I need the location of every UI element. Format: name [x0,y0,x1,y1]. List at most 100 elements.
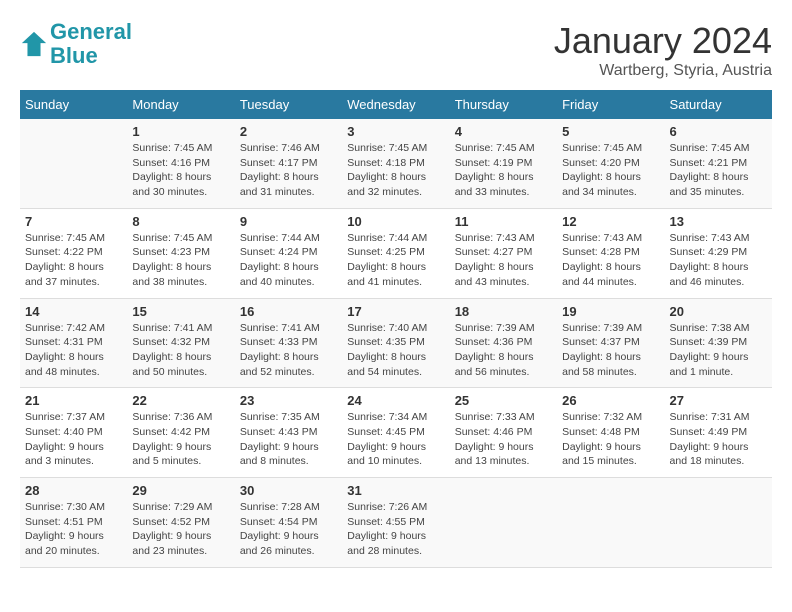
month-title: January 2024 [554,20,772,62]
table-row: 16 Sunrise: 7:41 AM Sunset: 4:33 PM Dayl… [235,298,342,388]
day-number: 20 [670,304,767,319]
day-number: 1 [132,124,229,139]
day-number: 3 [347,124,444,139]
day-info: Sunrise: 7:36 AM Sunset: 4:42 PM Dayligh… [132,410,229,469]
table-row: 9 Sunrise: 7:44 AM Sunset: 4:24 PM Dayli… [235,208,342,298]
table-row: 1 Sunrise: 7:45 AM Sunset: 4:16 PM Dayli… [127,119,234,208]
table-row: 29 Sunrise: 7:29 AM Sunset: 4:52 PM Dayl… [127,478,234,568]
day-info: Sunrise: 7:43 AM Sunset: 4:27 PM Dayligh… [455,231,552,290]
day-info: Sunrise: 7:35 AM Sunset: 4:43 PM Dayligh… [240,410,337,469]
day-info: Sunrise: 7:43 AM Sunset: 4:28 PM Dayligh… [562,231,659,290]
day-number: 18 [455,304,552,319]
day-number: 16 [240,304,337,319]
table-row: 27 Sunrise: 7:31 AM Sunset: 4:49 PM Dayl… [665,388,772,478]
day-number: 8 [132,214,229,229]
day-info: Sunrise: 7:34 AM Sunset: 4:45 PM Dayligh… [347,410,444,469]
day-number: 10 [347,214,444,229]
day-info: Sunrise: 7:31 AM Sunset: 4:49 PM Dayligh… [670,410,767,469]
day-number: 27 [670,393,767,408]
day-number: 24 [347,393,444,408]
calendar-table: Sunday Monday Tuesday Wednesday Thursday… [20,90,772,568]
calendar-week-row: 28 Sunrise: 7:30 AM Sunset: 4:51 PM Dayl… [20,478,772,568]
table-row: 2 Sunrise: 7:46 AM Sunset: 4:17 PM Dayli… [235,119,342,208]
day-number: 14 [25,304,122,319]
logo: General Blue [20,20,132,68]
header-friday: Friday [557,90,664,119]
table-row [557,478,664,568]
table-row: 24 Sunrise: 7:34 AM Sunset: 4:45 PM Dayl… [342,388,449,478]
day-info: Sunrise: 7:45 AM Sunset: 4:18 PM Dayligh… [347,141,444,200]
table-row: 28 Sunrise: 7:30 AM Sunset: 4:51 PM Dayl… [20,478,127,568]
day-number: 11 [455,214,552,229]
day-info: Sunrise: 7:45 AM Sunset: 4:19 PM Dayligh… [455,141,552,200]
day-number: 2 [240,124,337,139]
day-number: 15 [132,304,229,319]
table-row: 14 Sunrise: 7:42 AM Sunset: 4:31 PM Dayl… [20,298,127,388]
table-row: 21 Sunrise: 7:37 AM Sunset: 4:40 PM Dayl… [20,388,127,478]
day-info: Sunrise: 7:38 AM Sunset: 4:39 PM Dayligh… [670,321,767,380]
day-info: Sunrise: 7:45 AM Sunset: 4:23 PM Dayligh… [132,231,229,290]
day-info: Sunrise: 7:37 AM Sunset: 4:40 PM Dayligh… [25,410,122,469]
day-info: Sunrise: 7:44 AM Sunset: 4:25 PM Dayligh… [347,231,444,290]
day-info: Sunrise: 7:45 AM Sunset: 4:21 PM Dayligh… [670,141,767,200]
table-row [20,119,127,208]
table-row: 30 Sunrise: 7:28 AM Sunset: 4:54 PM Dayl… [235,478,342,568]
day-info: Sunrise: 7:43 AM Sunset: 4:29 PM Dayligh… [670,231,767,290]
day-number: 30 [240,483,337,498]
table-row: 18 Sunrise: 7:39 AM Sunset: 4:36 PM Dayl… [450,298,557,388]
location: Wartberg, Styria, Austria [554,62,772,80]
table-row: 20 Sunrise: 7:38 AM Sunset: 4:39 PM Dayl… [665,298,772,388]
day-info: Sunrise: 7:28 AM Sunset: 4:54 PM Dayligh… [240,500,337,559]
day-number: 12 [562,214,659,229]
title-block: January 2024 Wartberg, Styria, Austria [554,20,772,80]
logo-text: General Blue [50,20,132,68]
table-row: 8 Sunrise: 7:45 AM Sunset: 4:23 PM Dayli… [127,208,234,298]
day-info: Sunrise: 7:26 AM Sunset: 4:55 PM Dayligh… [347,500,444,559]
logo-blue: Blue [50,43,98,68]
day-number: 31 [347,483,444,498]
day-number: 21 [25,393,122,408]
day-number: 19 [562,304,659,319]
day-info: Sunrise: 7:40 AM Sunset: 4:35 PM Dayligh… [347,321,444,380]
table-row: 6 Sunrise: 7:45 AM Sunset: 4:21 PM Dayli… [665,119,772,208]
header-wednesday: Wednesday [342,90,449,119]
day-info: Sunrise: 7:30 AM Sunset: 4:51 PM Dayligh… [25,500,122,559]
day-number: 4 [455,124,552,139]
day-info: Sunrise: 7:39 AM Sunset: 4:36 PM Dayligh… [455,321,552,380]
header-thursday: Thursday [450,90,557,119]
day-info: Sunrise: 7:33 AM Sunset: 4:46 PM Dayligh… [455,410,552,469]
day-number: 26 [562,393,659,408]
day-info: Sunrise: 7:41 AM Sunset: 4:32 PM Dayligh… [132,321,229,380]
table-row: 7 Sunrise: 7:45 AM Sunset: 4:22 PM Dayli… [20,208,127,298]
weekday-header-row: Sunday Monday Tuesday Wednesday Thursday… [20,90,772,119]
header-sunday: Sunday [20,90,127,119]
day-info: Sunrise: 7:39 AM Sunset: 4:37 PM Dayligh… [562,321,659,380]
day-info: Sunrise: 7:46 AM Sunset: 4:17 PM Dayligh… [240,141,337,200]
header-tuesday: Tuesday [235,90,342,119]
table-row: 3 Sunrise: 7:45 AM Sunset: 4:18 PM Dayli… [342,119,449,208]
day-number: 6 [670,124,767,139]
day-number: 28 [25,483,122,498]
day-number: 17 [347,304,444,319]
day-number: 25 [455,393,552,408]
day-info: Sunrise: 7:45 AM Sunset: 4:16 PM Dayligh… [132,141,229,200]
day-info: Sunrise: 7:29 AM Sunset: 4:52 PM Dayligh… [132,500,229,559]
table-row: 19 Sunrise: 7:39 AM Sunset: 4:37 PM Dayl… [557,298,664,388]
day-info: Sunrise: 7:44 AM Sunset: 4:24 PM Dayligh… [240,231,337,290]
table-row: 4 Sunrise: 7:45 AM Sunset: 4:19 PM Dayli… [450,119,557,208]
table-row [665,478,772,568]
day-number: 9 [240,214,337,229]
page-header: General Blue January 2024 Wartberg, Styr… [20,20,772,80]
table-row: 22 Sunrise: 7:36 AM Sunset: 4:42 PM Dayl… [127,388,234,478]
table-row: 10 Sunrise: 7:44 AM Sunset: 4:25 PM Dayl… [342,208,449,298]
table-row: 5 Sunrise: 7:45 AM Sunset: 4:20 PM Dayli… [557,119,664,208]
day-info: Sunrise: 7:42 AM Sunset: 4:31 PM Dayligh… [25,321,122,380]
day-number: 23 [240,393,337,408]
table-row: 13 Sunrise: 7:43 AM Sunset: 4:29 PM Dayl… [665,208,772,298]
table-row: 17 Sunrise: 7:40 AM Sunset: 4:35 PM Dayl… [342,298,449,388]
table-row: 31 Sunrise: 7:26 AM Sunset: 4:55 PM Dayl… [342,478,449,568]
logo-icon [20,30,48,58]
day-number: 7 [25,214,122,229]
table-row: 11 Sunrise: 7:43 AM Sunset: 4:27 PM Dayl… [450,208,557,298]
header-saturday: Saturday [665,90,772,119]
